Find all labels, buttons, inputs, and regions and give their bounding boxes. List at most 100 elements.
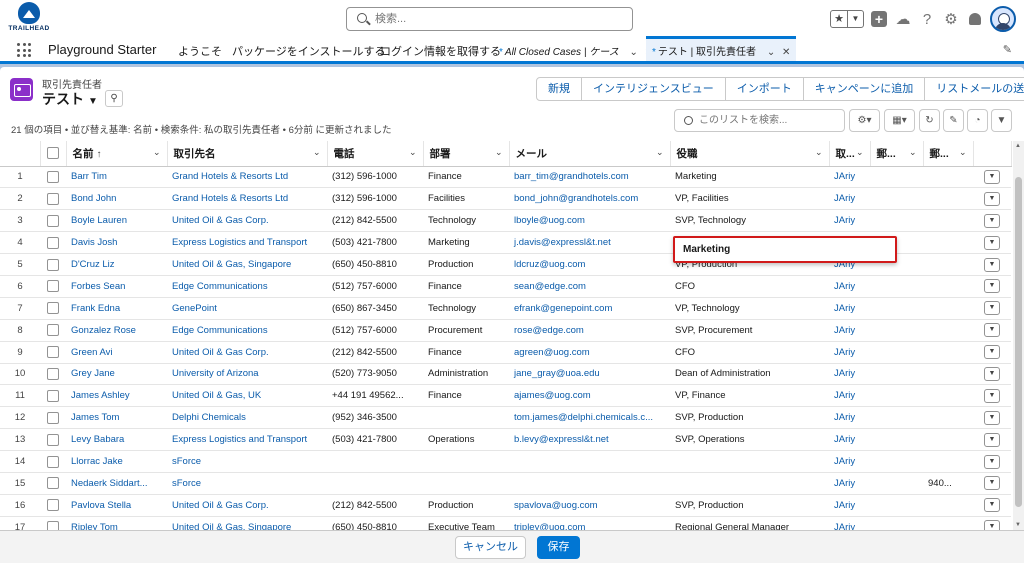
- chevron-down-icon[interactable]: ⌄: [815, 147, 823, 158]
- row-action-chevron-icon[interactable]: ▼: [984, 476, 1000, 491]
- row-checkbox[interactable]: [47, 214, 59, 227]
- row-select[interactable]: [40, 428, 66, 452]
- row-checkbox[interactable]: [47, 324, 59, 337]
- cell-email[interactable]: rose@edge.com: [509, 319, 670, 342]
- row-actions[interactable]: ▼: [973, 209, 1011, 233]
- notifications-button[interactable]: [966, 10, 984, 28]
- cell-account[interactable]: Grand Hotels & Resorts Ltd: [167, 187, 327, 211]
- row-checkbox[interactable]: [47, 499, 59, 512]
- cell-name[interactable]: James Tom: [66, 406, 167, 430]
- select-all-checkbox[interactable]: [47, 147, 59, 160]
- row-checkbox[interactable]: [47, 433, 59, 446]
- cell-name[interactable]: Nedaerk Siddart...: [66, 472, 167, 495]
- row-actions[interactable]: ▼: [973, 253, 1011, 276]
- send-list-email-button[interactable]: リストメールの送信: [925, 78, 1024, 100]
- row-checkbox[interactable]: [47, 170, 59, 183]
- row-action-chevron-icon[interactable]: ▼: [984, 454, 1000, 469]
- charts-icon[interactable]: ◔: [967, 109, 988, 132]
- cell-account[interactable]: sForce: [167, 450, 327, 473]
- row-select[interactable]: [40, 275, 66, 298]
- row-actions[interactable]: ▼: [973, 297, 1011, 320]
- column-header-owner[interactable]: 取... ⌄: [829, 141, 871, 167]
- cell-email[interactable]: b.levy@expressl&t.net: [509, 428, 670, 452]
- cell-account[interactable]: Grand Hotels & Resorts Ltd: [167, 166, 327, 189]
- cell-name[interactable]: Forbes Sean: [66, 275, 167, 298]
- column-header-email[interactable]: メール ⌄: [509, 141, 671, 167]
- cell-email[interactable]: [509, 450, 670, 473]
- cell-account[interactable]: sForce: [167, 472, 327, 495]
- row-checkbox[interactable]: [47, 302, 59, 315]
- trailhead-guidance-icon[interactable]: ☁: [894, 10, 912, 28]
- cell-owner[interactable]: JAriy: [829, 450, 870, 473]
- column-header-department[interactable]: 部署 ⌄: [423, 141, 510, 167]
- row-actions[interactable]: ▼: [973, 341, 1011, 364]
- row-actions[interactable]: ▼: [973, 384, 1011, 408]
- intelligence-view-button[interactable]: インテリジェンスビュー: [582, 78, 726, 100]
- cell-name[interactable]: Davis Josh: [66, 231, 167, 255]
- row-actions[interactable]: ▼: [973, 363, 1011, 386]
- setup-gear-icon[interactable]: ⚙: [942, 10, 960, 28]
- cell-account[interactable]: Express Logistics and Transport: [167, 428, 327, 452]
- row-select[interactable]: [40, 319, 66, 342]
- nav-item-install-package[interactable]: パッケージをインストールする: [232, 43, 386, 59]
- cell-name[interactable]: Frank Edna: [66, 297, 167, 320]
- inline-edit-title-field[interactable]: Marketing: [673, 236, 897, 263]
- inline-edit-value[interactable]: Marketing: [683, 244, 730, 255]
- row-select[interactable]: [40, 341, 66, 364]
- row-select[interactable]: [40, 297, 66, 320]
- cell-account[interactable]: GenePoint: [167, 297, 327, 320]
- add-to-campaign-button[interactable]: キャンペーンに追加: [804, 78, 926, 100]
- chevron-down-icon[interactable]: ⌄: [959, 147, 967, 158]
- cell-email[interactable]: tom.james@delphi.chemicals.c...: [509, 406, 670, 430]
- cell-name[interactable]: Ripley Tom: [66, 516, 167, 530]
- cell-email[interactable]: ldcruz@uog.com: [509, 253, 670, 276]
- row-action-chevron-icon[interactable]: ▼: [984, 323, 1000, 338]
- edit-nav-pencil-icon[interactable]: ✎: [1003, 43, 1012, 56]
- cell-email[interactable]: efrank@genepoint.com: [509, 297, 670, 320]
- row-select[interactable]: [40, 209, 66, 233]
- row-actions[interactable]: ▼: [973, 472, 1011, 495]
- cell-email[interactable]: agreen@uog.com: [509, 341, 670, 364]
- row-select[interactable]: [40, 187, 66, 211]
- inline-edit-pencil-icon[interactable]: ✎: [943, 109, 964, 132]
- cell-owner[interactable]: JAriy: [829, 384, 870, 408]
- cell-account[interactable]: United Oil & Gas, Singapore: [167, 516, 327, 530]
- cell-email[interactable]: jane_gray@uoa.edu: [509, 363, 670, 386]
- row-action-chevron-icon[interactable]: ▼: [984, 191, 1000, 206]
- cell-account[interactable]: Edge Communications: [167, 275, 327, 298]
- cell-name[interactable]: Gonzalez Rose: [66, 319, 167, 342]
- tab-all-closed-cases[interactable]: *All Closed Cases | ケース ⌄ ✕: [493, 36, 659, 61]
- chevron-down-icon[interactable]: ⌄: [656, 147, 664, 158]
- select-all-header[interactable]: [40, 141, 67, 167]
- cell-name[interactable]: Grey Jane: [66, 363, 167, 386]
- row-select[interactable]: [40, 406, 66, 430]
- cell-account[interactable]: Delphi Chemicals: [167, 406, 327, 430]
- cell-name[interactable]: Barr Tim: [66, 166, 167, 189]
- chevron-down-icon[interactable]: ⌄: [909, 147, 917, 158]
- row-select[interactable]: [40, 450, 66, 473]
- row-actions[interactable]: ▼: [973, 516, 1011, 530]
- cell-account[interactable]: United Oil & Gas, Singapore: [167, 253, 327, 276]
- cell-owner[interactable]: JAriy: [829, 187, 870, 211]
- column-header-account[interactable]: 取引先名 ⌄: [167, 141, 328, 167]
- cell-account[interactable]: United Oil & Gas, UK: [167, 384, 327, 408]
- list-search[interactable]: [674, 109, 845, 132]
- cell-name[interactable]: Bond John: [66, 187, 167, 211]
- cell-account[interactable]: United Oil & Gas Corp.: [167, 494, 327, 517]
- user-avatar[interactable]: [990, 6, 1016, 32]
- list-settings-gear-icon[interactable]: ⚙▾: [849, 109, 880, 132]
- cell-account[interactable]: University of Arizona: [167, 363, 327, 386]
- row-actions[interactable]: ▼: [973, 406, 1011, 430]
- row-action-chevron-icon[interactable]: ▼: [984, 169, 1000, 184]
- row-select[interactable]: [40, 384, 66, 408]
- cell-owner[interactable]: JAriy: [829, 319, 870, 342]
- chevron-down-icon[interactable]: ⌄: [495, 147, 503, 158]
- cell-account[interactable]: United Oil & Gas Corp.: [167, 341, 327, 364]
- cell-account[interactable]: Express Logistics and Transport: [167, 231, 327, 255]
- list-view-picker[interactable]: テスト ▼: [42, 89, 98, 109]
- chevron-down-icon[interactable]: ⌄: [629, 47, 637, 58]
- chevron-down-icon[interactable]: ⌄: [313, 147, 321, 158]
- cell-owner[interactable]: JAriy: [829, 516, 870, 530]
- row-actions[interactable]: ▼: [973, 187, 1011, 211]
- cell-name[interactable]: Pavlova Stella: [66, 494, 167, 517]
